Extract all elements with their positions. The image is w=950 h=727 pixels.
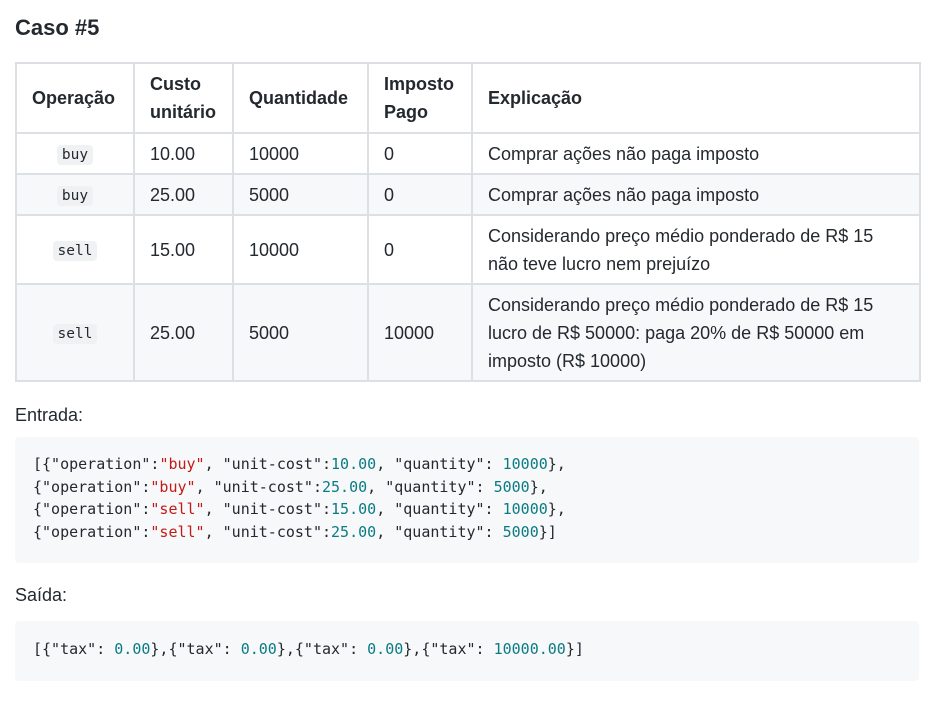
code-string-token: "buy" [159, 455, 205, 473]
code-line: [{"tax": 0.00},{"tax": 0.00},{"tax": 0.0… [33, 640, 584, 658]
cell-operation: sell [15, 214, 135, 285]
code-number-token: 15.00 [331, 500, 377, 518]
output-code-block: [{"tax": 0.00},{"tax": 0.00},{"tax": 0.0… [15, 621, 919, 681]
code-token: , "quantity": [367, 477, 494, 496]
code-token: {"operation": [33, 477, 151, 496]
code-number-token: 0.00 [367, 640, 404, 658]
code-number-token: 5000 [502, 522, 539, 541]
code-token: {"operation": [33, 500, 151, 518]
cell-unit-cost: 15.00 [133, 214, 234, 285]
code-number-token: 5000 [493, 477, 530, 496]
operation-code: buy [56, 144, 94, 165]
code-string-token: "sell" [150, 500, 205, 518]
table-header-row: Operação Custo unitário Quantidade Impost… [15, 62, 921, 134]
markdown-page: Caso #5 Operação Custo unitário Quantidad… [0, 0, 950, 681]
code-number-token: 0.00 [114, 640, 151, 658]
code-token: [{"tax": [33, 640, 115, 658]
header-tax-paid: Imposto Pago [367, 62, 473, 134]
code-line: {"operation":"sell", "unit-cost":15.00, … [33, 500, 566, 518]
code-string-token: "sell" [150, 522, 205, 541]
output-label: Saída: [15, 585, 68, 605]
operation-code: buy [56, 185, 94, 206]
code-token: , "unit-cost": [204, 500, 332, 518]
cell-tax: 0 [367, 214, 473, 285]
code-token: },{"tax": [276, 640, 368, 658]
header-quantity: Quantidade [232, 62, 369, 134]
cell-explanation: Considerando preço médio ponderado de R$… [471, 283, 921, 382]
cell-quantity: 10000 [232, 214, 369, 285]
header-operation: Operação [15, 62, 135, 134]
code-number-token: 10000 [502, 500, 548, 518]
code-number-token: 0.00 [240, 640, 277, 658]
code-token: },{"tax": [403, 640, 494, 658]
page-title: Caso #5 [15, 15, 100, 40]
code-token: , "unit-cost": [204, 455, 332, 473]
cell-unit-cost: 10.00 [133, 132, 234, 175]
operations-table: Operação Custo unitário Quantidade Impost… [15, 62, 921, 382]
table-row: sell 15.00 10000 0 Considerando preço mé… [15, 214, 921, 285]
header-unit-cost: Custo unitário [133, 62, 234, 134]
code-token: , "unit-cost": [195, 477, 322, 496]
cell-unit-cost: 25.00 [133, 173, 234, 216]
code-token: }, [547, 455, 566, 473]
cell-quantity: 10000 [232, 132, 369, 175]
input-label: Entrada: [15, 405, 84, 425]
cell-explanation: Considerando preço médio ponderado de R$… [471, 214, 921, 285]
code-token: , "quantity": [376, 500, 503, 518]
code-number-token: 10000 [502, 455, 548, 473]
cell-tax: 10000 [367, 283, 473, 382]
header-explanation: Explicação [471, 62, 921, 134]
code-token: , "quantity": [376, 455, 503, 473]
cell-tax: 0 [367, 173, 473, 216]
cell-explanation: Comprar ações não paga imposto [471, 132, 921, 175]
cell-operation: buy [15, 173, 135, 216]
code-token: },{"tax": [150, 640, 241, 658]
cell-operation: sell [15, 283, 135, 382]
table-row: buy 10.00 10000 0 Comprar ações não paga… [15, 132, 921, 175]
code-number-token: 10000.00 [493, 640, 566, 658]
code-number-token: 25.00 [322, 477, 368, 496]
input-code-block: [{"operation":"buy", "unit-cost":10.00, … [15, 437, 919, 563]
code-line: {"operation":"sell", "unit-cost":25.00, … [33, 523, 557, 541]
code-number-token: 25.00 [331, 522, 377, 541]
code-token: , "quantity": [376, 522, 503, 541]
code-token: }, [529, 477, 548, 496]
code-token: }] [565, 640, 584, 658]
code-line: [{"operation":"buy", "unit-cost":10.00, … [33, 455, 566, 473]
cell-unit-cost: 25.00 [133, 283, 234, 382]
code-token: , "unit-cost": [204, 522, 332, 541]
code-token: }] [538, 522, 557, 541]
code-number-token: 10.00 [331, 455, 377, 473]
code-string-token: "buy" [150, 477, 196, 496]
operation-code: sell [52, 323, 98, 344]
code-token: [{"operation": [33, 455, 160, 473]
table-row: buy 25.00 5000 0 Comprar ações não paga … [15, 173, 921, 216]
cell-quantity: 5000 [232, 283, 369, 382]
table-row: sell 25.00 5000 10000 Considerando preço… [15, 283, 921, 382]
cell-operation: buy [15, 132, 135, 175]
cell-tax: 0 [367, 132, 473, 175]
operation-code: sell [52, 240, 98, 261]
code-token: {"operation": [33, 522, 151, 541]
cell-explanation: Comprar ações não paga imposto [471, 173, 921, 216]
code-line: {"operation":"buy", "unit-cost":25.00, "… [33, 478, 548, 496]
code-token: }, [547, 500, 566, 518]
cell-quantity: 5000 [232, 173, 369, 216]
